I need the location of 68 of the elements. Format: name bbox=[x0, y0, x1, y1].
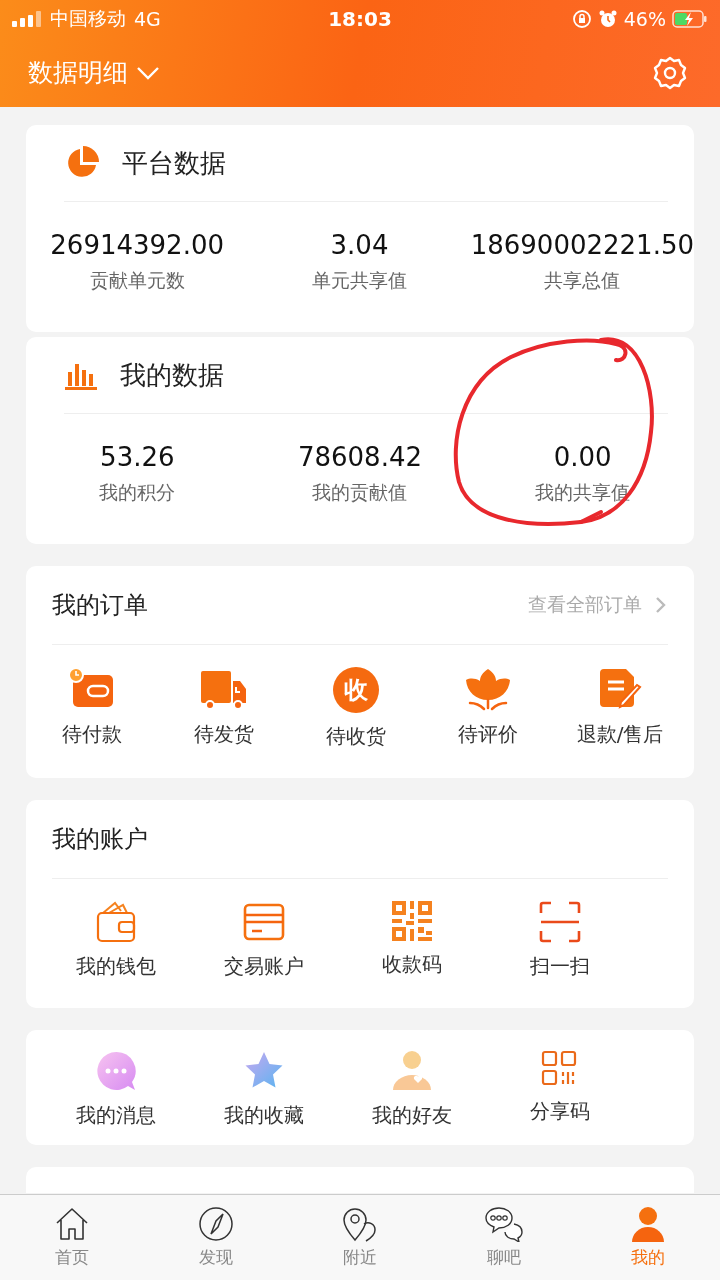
person-icon bbox=[630, 1206, 666, 1242]
order-status-label: 待发货 bbox=[194, 721, 254, 748]
stat-value: 3.04 bbox=[330, 230, 389, 260]
tab-item[interactable]: 发现 bbox=[144, 1195, 288, 1280]
order-status-item[interactable]: 待付款 bbox=[26, 667, 158, 750]
shortcut-label: 分享码 bbox=[530, 1098, 590, 1125]
carrier-name: 中国移动 bbox=[50, 6, 126, 31]
stat-value: 78608.42 bbox=[297, 442, 422, 472]
battery-icon bbox=[672, 9, 708, 29]
network-type: 4G bbox=[134, 8, 161, 30]
stat-value: 18690002221.50 bbox=[470, 230, 694, 260]
order-status-label: 待收货 bbox=[326, 723, 386, 750]
order-status-label: 退款/售后 bbox=[576, 721, 664, 748]
order-status-item[interactable]: 待评价 bbox=[422, 667, 554, 750]
scan-icon bbox=[539, 901, 581, 943]
rotation-lock-icon bbox=[571, 9, 592, 29]
account-item-label: 我的钱包 bbox=[76, 953, 156, 980]
shortcut-label: 我的收藏 bbox=[224, 1102, 304, 1129]
stat-value: 53.26 bbox=[100, 442, 175, 472]
compass-icon bbox=[198, 1206, 234, 1242]
flower-icon bbox=[464, 667, 512, 711]
account-item[interactable]: 收款码 bbox=[338, 901, 486, 980]
home-icon bbox=[54, 1206, 90, 1242]
person-heart-icon bbox=[391, 1050, 433, 1092]
stat-label: 单元共享值 bbox=[312, 268, 407, 293]
stat-label: 我的贡献值 bbox=[312, 480, 408, 505]
battery-percent: 46% bbox=[623, 8, 666, 30]
order-status-item[interactable]: 待发货 bbox=[158, 667, 290, 750]
stat-label: 我的积分 bbox=[99, 480, 176, 505]
account-item-label: 收款码 bbox=[382, 951, 442, 978]
shortcut-label: 我的好友 bbox=[372, 1102, 452, 1129]
status-time: 18:03 bbox=[328, 7, 392, 31]
order-status-label: 待评价 bbox=[458, 721, 518, 748]
chat-bubble-icon bbox=[95, 1050, 137, 1092]
alarm-icon bbox=[597, 9, 618, 29]
shortcut-item[interactable]: 我的消息 bbox=[42, 1050, 190, 1129]
card-icon bbox=[243, 901, 285, 943]
qr-code-icon bbox=[392, 901, 432, 941]
chevron-down-icon[interactable] bbox=[136, 65, 160, 80]
account-item[interactable]: 我的钱包 bbox=[42, 901, 190, 980]
chevron-right-icon[interactable] bbox=[654, 595, 668, 615]
account-item-label: 扫一扫 bbox=[530, 953, 590, 980]
shortcut-item[interactable]: 我的收藏 bbox=[190, 1050, 338, 1129]
section-title: 平台数据 bbox=[122, 146, 226, 180]
order-status-item[interactable]: 退款/售后 bbox=[554, 667, 686, 750]
order-status-label: 待付款 bbox=[62, 721, 122, 748]
shortcut-item[interactable]: 分享码 bbox=[486, 1050, 634, 1129]
section-title: 我的数据 bbox=[120, 358, 224, 392]
chat-bubbles-icon bbox=[485, 1206, 523, 1242]
stat-value: 0.00 bbox=[553, 442, 612, 472]
wallet-icon bbox=[95, 901, 137, 943]
stat-label: 共享总值 bbox=[544, 268, 621, 293]
stat-label: 贡献单元数 bbox=[89, 268, 185, 293]
shortcut-item[interactable]: 我的好友 bbox=[338, 1050, 486, 1129]
tab-item[interactable]: 首页 bbox=[0, 1195, 144, 1280]
order-status-item[interactable]: 收 待收货 bbox=[290, 667, 422, 750]
account-item[interactable]: 交易账户 bbox=[190, 901, 338, 980]
account-item-label: 交易账户 bbox=[224, 953, 304, 980]
section-title: 我的账户 bbox=[52, 824, 148, 855]
location-pins-icon bbox=[342, 1206, 378, 1242]
shortcut-label: 我的消息 bbox=[76, 1102, 156, 1129]
account-item[interactable]: 扫一扫 bbox=[486, 901, 634, 980]
receive-badge-icon: 收 bbox=[333, 667, 379, 713]
signal-icon bbox=[12, 11, 42, 27]
stat-value: 26914392.00 bbox=[50, 230, 224, 260]
share-code-icon bbox=[541, 1050, 579, 1088]
settings-icon[interactable] bbox=[652, 54, 688, 91]
section-title: 我的订单 bbox=[52, 590, 148, 621]
